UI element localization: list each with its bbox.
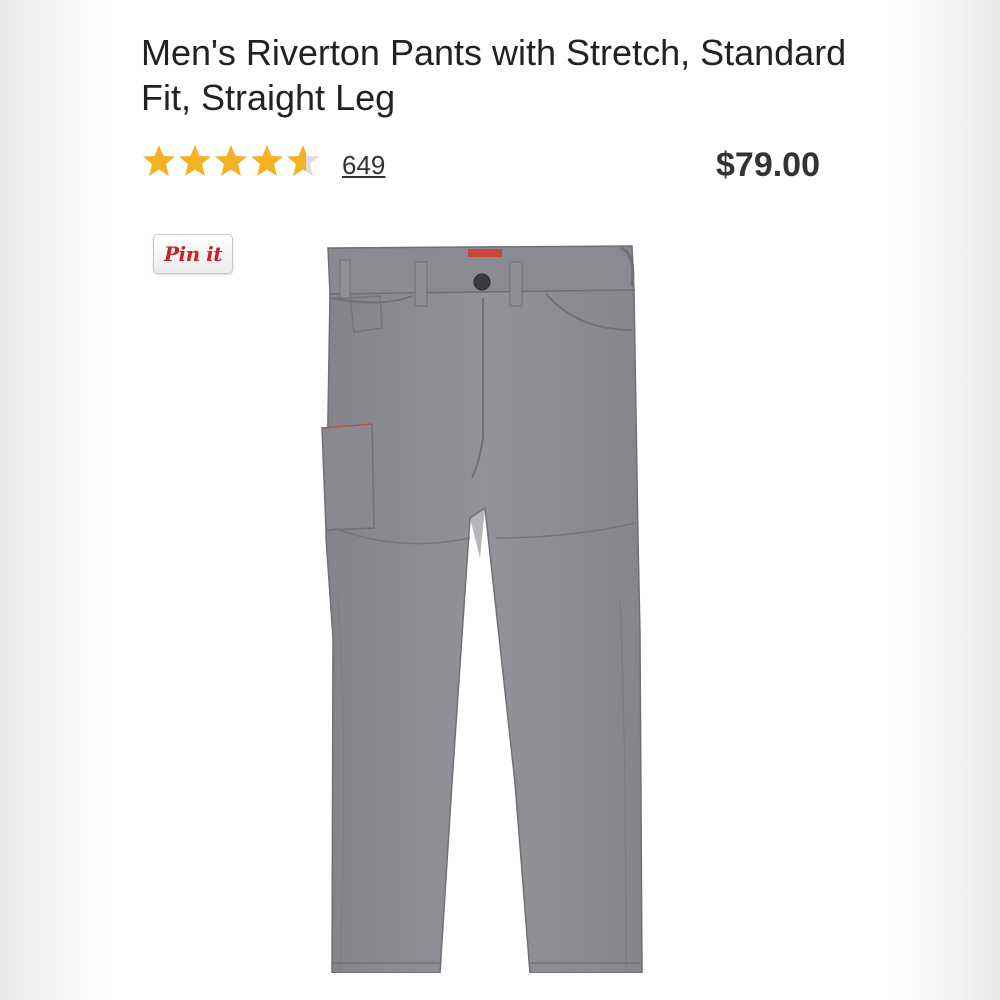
star-icon (143, 145, 175, 176)
product-card: Men's Riverton Pants with Stretch, Stand… (110, 0, 890, 1000)
star-icon (215, 145, 247, 176)
star-icon (179, 145, 211, 176)
star-icon (287, 145, 319, 176)
product-title: Men's Riverton Pants with Stretch, Stand… (141, 32, 847, 118)
pin-it-label: Pin it (164, 242, 222, 266)
star-icon (251, 145, 283, 176)
pin-it-button[interactable]: Pin it (153, 234, 233, 274)
product-price: $79.00 (716, 146, 820, 184)
review-count-link[interactable]: 649 (342, 150, 385, 181)
star-rating[interactable] (141, 143, 321, 179)
product-image (321, 245, 643, 973)
rating-row: 649 $79.00 (141, 140, 861, 190)
